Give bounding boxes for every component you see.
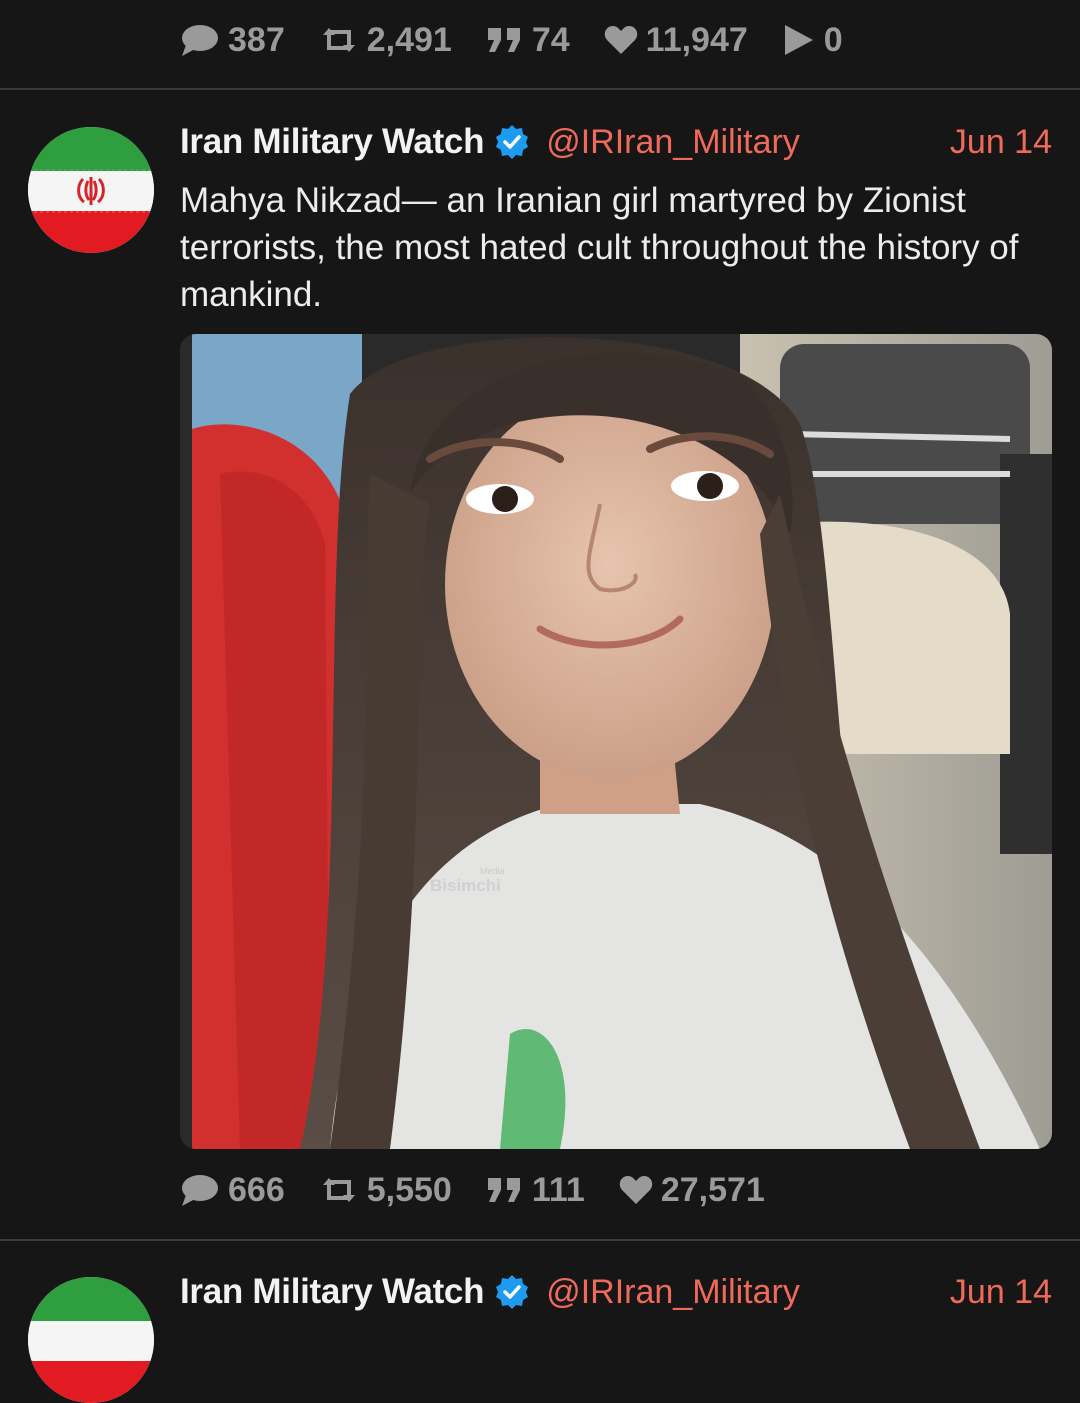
reply-stat[interactable]: 387 [180, 21, 285, 60]
like-count: 27,571 [660, 1170, 765, 1209]
retweet-stat[interactable]: 5,550 [319, 1171, 452, 1210]
post-divider [0, 88, 1080, 90]
quote-icon [487, 1178, 520, 1202]
quote-stat[interactable]: 74 [486, 21, 570, 60]
author-avatar[interactable] [28, 127, 154, 253]
verified-badge-icon [496, 125, 529, 159]
retweet-icon [322, 28, 355, 52]
retweet-count: 5,550 [366, 1170, 452, 1209]
next-post-header: Iran Military Watch @IRIran_Military Jun… [180, 1270, 1052, 1314]
post-header: Iran Military Watch @IRIran_Military Jun… [180, 120, 1052, 164]
post-date[interactable]: Jun 14 [950, 1273, 1052, 1312]
next-author-avatar[interactable] [28, 1277, 154, 1403]
reply-icon [182, 1175, 218, 1206]
reply-icon [182, 25, 218, 56]
girl-portrait-image: Media Bisimchi [180, 334, 1052, 1149]
author-name[interactable]: Iran Military Watch [180, 1272, 484, 1312]
post-divider [0, 1239, 1080, 1241]
author-name[interactable]: Iran Military Watch [180, 122, 484, 162]
like-stat[interactable]: 11,947 [604, 21, 748, 60]
author-handle[interactable]: @IRIran_Military [546, 1273, 800, 1312]
reply-count: 666 [228, 1170, 285, 1209]
view-count: 0 [823, 20, 843, 59]
like-stat[interactable]: 27,571 [619, 1171, 765, 1210]
play-icon [784, 25, 813, 55]
post-image[interactable]: Media Bisimchi [180, 334, 1052, 1149]
iran-flag-avatar [28, 127, 154, 253]
quote-count: 74 [531, 20, 570, 59]
quote-stat[interactable]: 111 [486, 1171, 585, 1210]
verified-badge-icon [496, 1275, 529, 1309]
reply-count: 387 [228, 20, 285, 59]
post-stats: 666 5,550 111 27,571 [180, 1170, 799, 1210]
author-handle[interactable]: @IRIran_Military [546, 123, 800, 162]
heart-icon [619, 1176, 653, 1204]
watermark-text: Bisimchi [430, 876, 501, 895]
retweet-icon [322, 1178, 355, 1202]
view-stat[interactable]: 0 [782, 21, 843, 60]
post-text: Mahya Nikzad— an Iranian girl martyred b… [180, 181, 1019, 314]
post-date[interactable]: Jun 14 [950, 123, 1052, 162]
reply-stat[interactable]: 666 [180, 1171, 285, 1210]
watermark-small: Media [480, 866, 505, 876]
heart-icon [604, 26, 637, 54]
retweet-count: 2,491 [366, 20, 452, 59]
iran-flag-avatar [28, 1277, 154, 1403]
like-count: 11,947 [645, 20, 748, 59]
prev-post-stats: 387 2,491 74 11,947 0 [180, 20, 877, 60]
retweet-stat[interactable]: 2,491 [319, 21, 452, 60]
quote-count: 111 [531, 1170, 585, 1209]
quote-icon [487, 28, 520, 52]
